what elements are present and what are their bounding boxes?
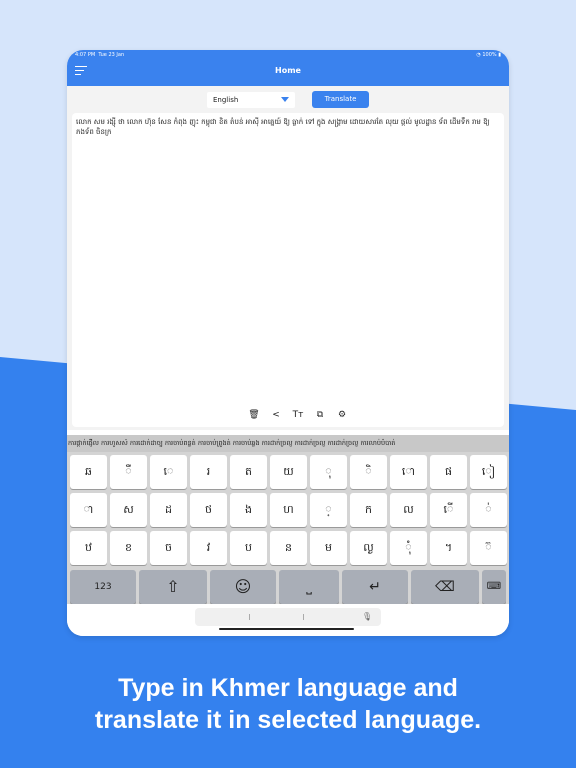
suggestion-text[interactable]: ការផ្ដាក់ផ្ញើល ការហូសស៉ ការដោក់ដាច្ប ការ… bbox=[68, 439, 395, 449]
keyboard-row-3: ឋ ខ ច វ ប ន ម ល្ង ំុ ។ ៊ bbox=[67, 531, 509, 565]
text-size-icon[interactable]: Tт bbox=[292, 410, 304, 420]
wifi-icon: ◔ bbox=[476, 52, 481, 58]
key[interactable]: ល bbox=[390, 493, 427, 527]
translate-button[interactable]: Translate bbox=[312, 91, 369, 108]
key[interactable]: ិ bbox=[350, 455, 387, 489]
backspace-icon: ⌫ bbox=[435, 579, 455, 595]
app-header: 4:07 PM Tue 23 Jan ◔ 100% ▮ Home bbox=[67, 50, 509, 86]
shift-icon: ⇧ bbox=[166, 577, 180, 596]
key[interactable]: ន bbox=[270, 531, 307, 565]
key[interactable]: ៀ bbox=[470, 455, 507, 489]
key[interactable]: ប bbox=[230, 531, 267, 565]
settings-icon[interactable]: ⚙ bbox=[336, 410, 348, 420]
microphone-icon[interactable]: 🎙 bbox=[362, 612, 372, 621]
key[interactable]: យ bbox=[270, 455, 307, 489]
key[interactable]: ក bbox=[350, 493, 387, 527]
key[interactable]: ច bbox=[150, 531, 187, 565]
return-key[interactable]: ↵ bbox=[342, 570, 408, 604]
page-title: Home bbox=[275, 66, 301, 75]
tagline-line-2: translate it in selected language. bbox=[94, 706, 482, 734]
tagline-line-1: Type in Khmer language and bbox=[118, 674, 458, 702]
space-key[interactable]: ⎵ bbox=[279, 570, 339, 604]
language-value: English bbox=[213, 96, 239, 104]
key[interactable]: ។ bbox=[430, 531, 467, 565]
keyboard-row-2: ា ស ដ ថ ង ហ ្ ក ល ើ ់ bbox=[67, 493, 509, 527]
share-icon[interactable]: < bbox=[270, 410, 282, 420]
suggestion-bar[interactable]: ការផ្ដាក់ផ្ញើល ការហូសស៉ ការដោក់ដាច្ប ការ… bbox=[67, 435, 509, 452]
dictation-bar[interactable]: 🎙 bbox=[195, 608, 381, 626]
emoji-key[interactable]: ☺ bbox=[210, 570, 276, 604]
key[interactable]: ង bbox=[230, 493, 267, 527]
shift-key[interactable]: ⇧ bbox=[139, 570, 207, 604]
divider bbox=[303, 614, 304, 620]
key[interactable]: ា bbox=[70, 493, 107, 527]
keyboard-row-1: ឆ ឺ េ រ ត យ ុ ិ ោ ផ ៀ bbox=[67, 455, 509, 489]
key[interactable]: េ bbox=[150, 455, 187, 489]
key[interactable]: ់ bbox=[470, 493, 507, 527]
backspace-key[interactable]: ⌫ bbox=[411, 570, 479, 604]
key[interactable]: ថ bbox=[190, 493, 227, 527]
key[interactable]: ហ bbox=[270, 493, 307, 527]
key[interactable]: ស bbox=[110, 493, 147, 527]
home-indicator-area: 🎙 bbox=[67, 604, 509, 636]
space-icon: ⎵ bbox=[306, 579, 312, 595]
app-screen: 4:07 PM Tue 23 Jan ◔ 100% ▮ Home English… bbox=[67, 50, 509, 636]
emoji-icon: ☺ bbox=[234, 577, 252, 596]
key[interactable]: ល្ង bbox=[350, 531, 387, 565]
copy-icon[interactable]: ⧉ bbox=[314, 410, 326, 420]
key[interactable]: ដ bbox=[150, 493, 187, 527]
key[interactable]: ំុ bbox=[390, 531, 427, 565]
hide-keyboard-key[interactable]: ⌨ bbox=[482, 570, 506, 604]
tagline: Type in Khmer language and translate it … bbox=[0, 672, 576, 736]
translate-panel: English Translate លោក សម រង្ស៊ី ថា លោក ហ… bbox=[67, 86, 509, 430]
key[interactable]: ឆ bbox=[70, 455, 107, 489]
chevron-down-icon bbox=[281, 97, 289, 102]
key[interactable]: ោ bbox=[390, 455, 427, 489]
key[interactable]: ៊ bbox=[470, 531, 507, 565]
delete-icon[interactable]: 🗑 bbox=[248, 410, 260, 420]
key[interactable]: វ bbox=[190, 531, 227, 565]
input-text[interactable]: លោក សម រង្ស៊ី ថា លោក ហ៊ុន សែន កំពុង ញុះ … bbox=[76, 117, 496, 137]
status-battery: ◔ 100% ▮ bbox=[476, 52, 501, 58]
keyboard-icon: ⌨ bbox=[486, 581, 502, 592]
key[interactable]: ម bbox=[310, 531, 347, 565]
key[interactable]: ្ bbox=[310, 493, 347, 527]
khmer-keyboard: ឆ ឺ េ រ ត យ ុ ិ ោ ផ ៀ ា ស ដ ថ ង ហ ្ ក ល … bbox=[67, 452, 509, 604]
key[interactable]: ើ bbox=[430, 493, 467, 527]
key[interactable]: ុ bbox=[310, 455, 347, 489]
battery-icon: ▮ bbox=[498, 52, 501, 58]
home-indicator[interactable] bbox=[219, 628, 354, 630]
tool-row: 🗑 < Tт ⧉ ⚙ bbox=[248, 408, 348, 422]
key[interactable]: ឋ bbox=[70, 531, 107, 565]
language-select[interactable]: English bbox=[207, 92, 295, 108]
status-time: 4:07 PM Tue 23 Jan bbox=[75, 52, 125, 58]
key[interactable]: ឺ bbox=[110, 455, 147, 489]
return-icon: ↵ bbox=[369, 579, 381, 595]
key[interactable]: រ bbox=[190, 455, 227, 489]
key[interactable]: ផ bbox=[430, 455, 467, 489]
key[interactable]: ខ bbox=[110, 531, 147, 565]
text-input-area[interactable]: លោក សម រង្ស៊ី ថា លោក ហ៊ុន សែន កំពុង ញុះ … bbox=[72, 113, 504, 427]
divider bbox=[249, 614, 250, 620]
numbers-key[interactable]: 123 bbox=[70, 570, 136, 604]
key[interactable]: ត bbox=[230, 455, 267, 489]
